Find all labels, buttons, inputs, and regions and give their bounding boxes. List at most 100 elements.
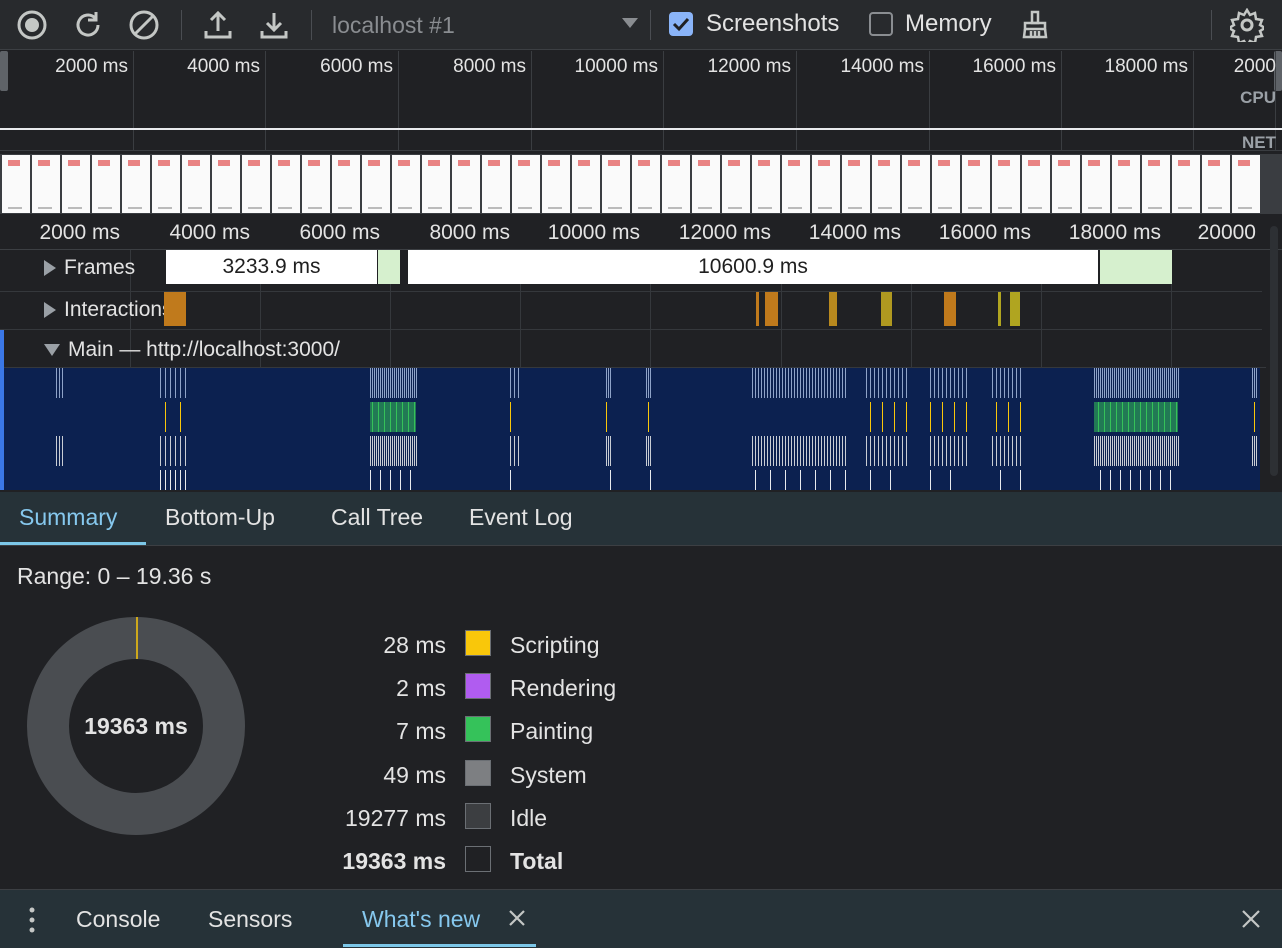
main-thread-event[interactable]	[946, 436, 947, 466]
main-thread-event[interactable]	[400, 368, 401, 398]
main-thread-event[interactable]	[1158, 436, 1159, 466]
frame-block[interactable]	[378, 250, 400, 284]
main-thread-event[interactable]	[1004, 368, 1005, 398]
main-thread-event[interactable]	[165, 402, 166, 432]
screenshot-thumbnail[interactable]	[452, 155, 480, 213]
main-thread-event[interactable]	[806, 436, 807, 466]
main-thread-event[interactable]	[1128, 368, 1129, 398]
main-thread-event[interactable]	[59, 436, 60, 466]
clear-button[interactable]	[126, 7, 162, 43]
screenshot-thumbnail[interactable]	[242, 155, 270, 213]
main-thread-event[interactable]	[388, 436, 389, 466]
main-thread-event[interactable]	[950, 368, 951, 398]
profile-select[interactable]: localhost #1	[332, 10, 642, 40]
main-thread-event[interactable]	[1150, 368, 1151, 398]
main-thread-event[interactable]	[1116, 368, 1117, 398]
drawer-tab-sensors[interactable]: Sensors	[208, 906, 292, 933]
main-thread-event[interactable]	[782, 368, 783, 398]
main-thread-event[interactable]	[1132, 368, 1133, 398]
main-thread-event[interactable]	[1100, 436, 1101, 466]
main-thread-event[interactable]	[812, 436, 813, 466]
main-thread-event[interactable]	[836, 368, 837, 398]
main-thread-event[interactable]	[1134, 436, 1135, 466]
main-thread-event[interactable]	[954, 402, 955, 432]
main-thread-event[interactable]	[416, 436, 417, 466]
main-thread-event[interactable]	[1140, 368, 1141, 398]
main-thread-event[interactable]	[1130, 470, 1131, 490]
main-thread-event[interactable]	[1126, 368, 1127, 398]
main-thread-event[interactable]	[1100, 470, 1101, 490]
main-thread-event[interactable]	[966, 436, 967, 466]
main-thread-event[interactable]	[1102, 436, 1103, 466]
main-thread-event[interactable]	[1008, 402, 1009, 432]
main-thread-event[interactable]	[894, 368, 895, 398]
main-thread-event[interactable]	[788, 368, 789, 398]
main-thread-event[interactable]	[797, 436, 798, 466]
main-thread-event[interactable]	[791, 368, 792, 398]
main-thread-event[interactable]	[408, 436, 409, 466]
screenshot-thumbnail[interactable]	[92, 155, 120, 213]
screenshot-thumbnail[interactable]	[272, 155, 300, 213]
main-thread-event[interactable]	[803, 368, 804, 398]
main-thread-event[interactable]	[1124, 368, 1125, 398]
main-thread-event[interactable]	[1008, 368, 1009, 398]
main-thread-event[interactable]	[1100, 368, 1101, 398]
main-thread-event[interactable]	[1174, 368, 1175, 398]
main-thread-event[interactable]	[410, 368, 411, 398]
main-thread-event[interactable]	[1000, 470, 1001, 490]
screenshot-thumbnail[interactable]	[1202, 155, 1230, 213]
main-thread-event[interactable]	[942, 402, 943, 432]
main-thread-event[interactable]	[1164, 436, 1165, 466]
main-thread-event[interactable]	[930, 470, 931, 490]
main-thread-event[interactable]	[160, 368, 161, 398]
screenshot-thumbnail[interactable]	[842, 155, 870, 213]
main-thread-event[interactable]	[398, 368, 399, 398]
main-thread-event[interactable]	[406, 368, 407, 398]
main-thread-event[interactable]	[1162, 368, 1163, 398]
main-thread-event[interactable]	[650, 436, 651, 466]
main-thread-event[interactable]	[800, 436, 801, 466]
screenshot-thumbnail[interactable]	[992, 155, 1020, 213]
screenshot-thumbnail[interactable]	[542, 155, 570, 213]
main-thread-event[interactable]	[1122, 368, 1123, 398]
main-thread-event[interactable]	[1148, 436, 1149, 466]
frame-block[interactable]: 3233.9 ms	[166, 250, 377, 284]
main-thread-event[interactable]	[776, 368, 777, 398]
main-thread-event[interactable]	[882, 402, 883, 432]
screenshot-thumbnail[interactable]	[332, 155, 360, 213]
interaction-event[interactable]	[998, 292, 1001, 326]
main-thread-event[interactable]	[646, 368, 647, 398]
main-thread-event[interactable]	[755, 470, 756, 490]
frame-block[interactable]	[1100, 250, 1172, 284]
main-thread-event[interactable]	[185, 368, 186, 398]
main-thread-event[interactable]	[1098, 368, 1099, 398]
main-thread-event[interactable]	[1170, 368, 1171, 398]
main-thread-event[interactable]	[878, 436, 879, 466]
main-thread-event[interactable]	[648, 402, 649, 432]
main-thread-event[interactable]	[370, 368, 371, 398]
main-thread-event[interactable]	[1130, 436, 1131, 466]
main-thread-event[interactable]	[1162, 436, 1163, 466]
screenshot-thumbnail[interactable]	[122, 155, 150, 213]
main-thread-event[interactable]	[902, 368, 903, 398]
painting-event-cluster[interactable]	[1094, 402, 1178, 432]
main-thread-event[interactable]	[610, 436, 611, 466]
main-thread-event[interactable]	[1152, 368, 1153, 398]
screenshot-thumbnail[interactable]	[812, 155, 840, 213]
main-thread-event[interactable]	[890, 368, 891, 398]
main-thread-event[interactable]	[934, 368, 935, 398]
main-thread-event[interactable]	[510, 368, 511, 398]
main-thread-event[interactable]	[870, 402, 871, 432]
main-thread-event[interactable]	[886, 436, 887, 466]
screenshot-thumbnail[interactable]	[1022, 155, 1050, 213]
screenshot-filmstrip[interactable]	[0, 154, 1282, 214]
main-thread-event[interactable]	[1172, 436, 1173, 466]
main-thread-event[interactable]	[898, 368, 899, 398]
main-thread-event[interactable]	[930, 402, 931, 432]
main-thread-event[interactable]	[821, 368, 822, 398]
main-thread-event[interactable]	[934, 436, 935, 466]
tab-summary[interactable]: Summary	[19, 504, 117, 531]
main-thread-event[interactable]	[1132, 436, 1133, 466]
main-thread-event[interactable]	[836, 436, 837, 466]
main-thread-event[interactable]	[818, 368, 819, 398]
